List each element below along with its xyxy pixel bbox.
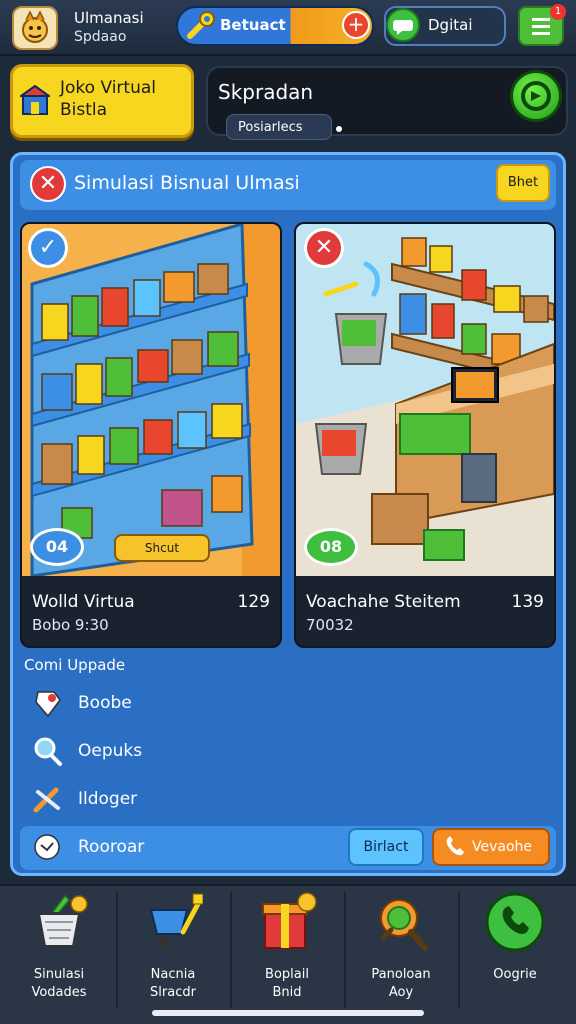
primary-action-button[interactable]: Birlact <box>348 828 424 866</box>
nav-label-line1: Sinulasi <box>33 967 85 982</box>
nav-item-simulation[interactable]: Sinulasi Vodades <box>4 884 114 1014</box>
store-icon <box>17 84 53 116</box>
card-count-badge: 08 <box>304 528 358 566</box>
card-meta: Bobo 9:30 <box>32 616 109 634</box>
simulation-card-right[interactable]: ✕ 08 Voachahe Steitem 139 70032 <box>294 222 556 648</box>
checkout-counter-illustration <box>296 224 554 576</box>
tools-icon <box>30 782 64 816</box>
phone-icon <box>485 892 545 952</box>
nav-item-call[interactable]: Oogrie <box>460 884 570 1014</box>
nav-label-line2: Vodades <box>31 985 87 1000</box>
nav-item-search[interactable]: Panoloan Aoy <box>346 884 456 1014</box>
list-item[interactable]: Oepuks <box>30 732 330 772</box>
nav-label-line1: Nacnia <box>150 967 196 982</box>
list-item-label: Ildoger <box>78 789 138 809</box>
close-button[interactable]: ✕ <box>30 166 66 202</box>
store-shelves-illustration <box>22 224 280 576</box>
search-icon <box>30 734 64 768</box>
nav-label-line2: Aoy <box>388 985 414 1000</box>
chat-label: Dgitai <box>428 16 473 34</box>
card-price: 129 <box>237 592 270 612</box>
list-item[interactable]: Boobe <box>30 684 330 724</box>
simulation-card-left[interactable]: ✓ 04 Shcut Wolld Virtua 129 Bobo 9:30 <box>20 222 282 648</box>
go-button[interactable] <box>510 70 562 122</box>
nav-label-line2: Slracdr <box>150 985 196 1000</box>
resource-label: Betuact <box>220 16 286 34</box>
phone-icon <box>442 834 468 860</box>
card-title: Wolld Virtua <box>32 592 135 612</box>
nav-label-line2: Bnid <box>272 985 302 1000</box>
gift-box-icon <box>257 892 317 952</box>
store-button-label-2: Bistla <box>60 100 108 120</box>
pin-icon <box>30 686 64 720</box>
tab-indicator-dot <box>336 126 342 132</box>
list-item-label: Oepuks <box>78 741 143 761</box>
app-title: Ulmanasi <box>74 9 144 27</box>
selected-check-icon[interactable]: ✓ <box>28 228 68 268</box>
tab-positions-label: Posiarlecs <box>238 120 303 135</box>
nav-label-line1: Oogrie <box>493 967 537 982</box>
nav-item-rewards[interactable]: Boplail Bnid <box>232 884 342 1014</box>
list-item-label: Rooroar <box>78 837 145 857</box>
card-meta: 70032 <box>306 616 354 634</box>
home-indicator[interactable] <box>152 1010 424 1016</box>
panel-title: Simulasi Bisnual Ulmasi <box>74 172 300 194</box>
list-item[interactable]: Ildoger <box>30 780 330 820</box>
list-heading: Comi Uppade <box>24 656 126 674</box>
nav-label-line1: Boplail <box>265 967 309 982</box>
add-resource-button[interactable]: + <box>342 11 370 39</box>
chat-bubble-icon <box>30 830 64 864</box>
card-tag-chip: Shcut <box>114 534 210 562</box>
magnifier-icon <box>371 892 431 952</box>
notification-badge: 1 <box>550 4 566 20</box>
store-button-label-1: Joko Virtual <box>60 78 157 98</box>
nav-label-line1: Panoloan <box>371 967 431 982</box>
wrench-icon <box>184 10 218 42</box>
app-subtitle: Spdaao <box>74 29 127 45</box>
basket-icon <box>29 892 89 952</box>
simulation-header-title: Skpradan <box>218 80 314 104</box>
panel-action-button[interactable]: Bhet <box>496 164 550 202</box>
list-item[interactable]: Rooroar <box>30 828 330 868</box>
rejected-x-icon[interactable]: ✕ <box>304 228 344 268</box>
chat-icon <box>386 8 420 42</box>
app-logo-icon[interactable] <box>12 6 58 50</box>
nav-item-machines[interactable]: Nacnia Slracdr <box>118 884 228 1014</box>
card-count-badge: 04 <box>30 528 84 566</box>
card-price: 139 <box>511 592 544 612</box>
list-item-label: Boobe <box>78 693 132 713</box>
wheelbarrow-icon <box>143 892 204 952</box>
card-title: Voachahe Steitem <box>306 592 461 612</box>
